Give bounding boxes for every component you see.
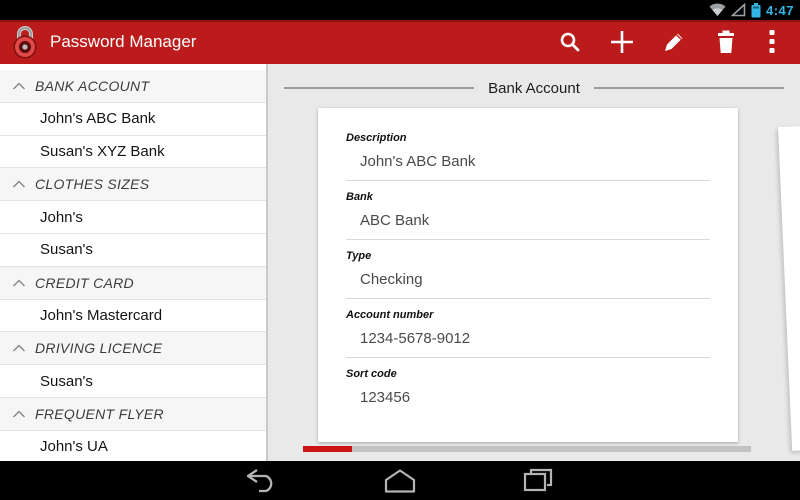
record-field: Description John's ABC Bank bbox=[346, 132, 710, 181]
app-title: Password Manager bbox=[50, 32, 197, 51]
group-label: BANK ACCOUNT bbox=[35, 77, 150, 94]
section-header: Bank Account bbox=[284, 77, 785, 99]
main-panel: Bank Account Description John's ABC Bank… bbox=[268, 64, 800, 461]
overflow-menu-button[interactable] bbox=[752, 20, 792, 64]
nav-bar bbox=[0, 461, 800, 500]
content: BANK ACCOUNT John's ABC Bank Susan's XYZ… bbox=[0, 64, 800, 461]
record-field: Account number 1234-5678-9012 bbox=[346, 309, 710, 358]
record-field: Sort code 123456 bbox=[346, 368, 710, 416]
chevron-up-icon bbox=[12, 344, 26, 352]
field-value: John's ABC Bank bbox=[346, 153, 710, 181]
home-button[interactable] bbox=[372, 461, 428, 500]
field-label: Description bbox=[346, 132, 407, 144]
screen: 4:47 Password Manager BANK ACCOUNT John'… bbox=[0, 0, 800, 500]
field-label: Bank bbox=[346, 191, 373, 203]
recents-icon bbox=[523, 468, 553, 492]
sidebar-item[interactable]: Susan's bbox=[0, 365, 266, 398]
recents-button[interactable] bbox=[510, 461, 566, 500]
pager-fill bbox=[303, 446, 353, 452]
edit-button[interactable] bbox=[648, 20, 700, 64]
clock: 4:47 bbox=[765, 2, 794, 18]
sidebar-item[interactable]: Susan's XYZ Bank bbox=[0, 136, 266, 169]
wifi-icon bbox=[709, 3, 726, 16]
group-label: FREQUENT FLYER bbox=[35, 405, 164, 422]
back-icon bbox=[246, 469, 273, 493]
field-label: Sort code bbox=[346, 368, 397, 380]
home-icon bbox=[384, 468, 416, 493]
sidebar-item[interactable]: John's Mastercard bbox=[0, 300, 266, 333]
search-icon bbox=[560, 32, 580, 52]
sidebar-list: BANK ACCOUNT John's ABC Bank Susan's XYZ… bbox=[0, 64, 268, 461]
sidebar-item-label: Susan's bbox=[40, 372, 93, 390]
battery-icon bbox=[751, 2, 761, 17]
plus-icon bbox=[611, 31, 633, 53]
trash-icon bbox=[718, 30, 734, 53]
add-button[interactable] bbox=[596, 20, 648, 64]
record-card: Description John's ABC Bank Bank ABC Ban… bbox=[318, 108, 738, 442]
sidebar-item-label: John's bbox=[40, 208, 83, 226]
group-label: DRIVING LICENCE bbox=[35, 340, 163, 357]
sidebar-item-label: Susan's XYZ Bank bbox=[40, 142, 165, 160]
pencil-icon bbox=[665, 32, 684, 51]
chevron-up-icon bbox=[12, 410, 26, 418]
chevron-up-icon bbox=[12, 180, 26, 188]
signal-icon bbox=[730, 3, 746, 17]
field-value: 123456 bbox=[360, 389, 411, 406]
sidebar-group-header[interactable]: FREQUENT FLYER bbox=[0, 397, 266, 431]
sidebar-item-label: John's Mastercard bbox=[40, 306, 163, 324]
field-value: 1234-5678-9012 bbox=[346, 330, 710, 358]
field-value: ABC Bank bbox=[346, 212, 710, 240]
header-rule-left bbox=[284, 87, 475, 89]
pager-track bbox=[303, 446, 751, 452]
sidebar-item-label: John's ABC Bank bbox=[40, 110, 156, 128]
sidebar-item[interactable]: Susan's bbox=[0, 234, 266, 267]
search-button[interactable] bbox=[544, 20, 596, 64]
delete-button[interactable] bbox=[700, 20, 752, 64]
record-field: Type Checking bbox=[346, 250, 710, 299]
sidebar-item[interactable]: John's ABC Bank bbox=[0, 103, 266, 136]
sidebar-group-header[interactable]: CLOTHES SIZES bbox=[0, 168, 266, 202]
back-button[interactable] bbox=[234, 461, 290, 500]
overflow-icon bbox=[769, 30, 775, 53]
header-rule-right bbox=[593, 87, 785, 89]
group-label: CLOTHES SIZES bbox=[35, 176, 150, 193]
sidebar-item-label: Susan's bbox=[40, 241, 93, 259]
group-label: CREDIT CARD bbox=[35, 274, 134, 291]
field-label: Account number bbox=[346, 309, 434, 321]
sidebar-item[interactable]: John's bbox=[0, 201, 266, 234]
record-field: Bank ABC Bank bbox=[346, 191, 710, 240]
status-bar: 4:47 bbox=[0, 0, 800, 20]
sidebar-item[interactable]: John's UA bbox=[0, 431, 266, 461]
sidebar-group-header[interactable]: DRIVING LICENCE bbox=[0, 332, 266, 366]
sidebar-item-label: John's UA bbox=[40, 438, 108, 456]
sidebar-group-header[interactable]: BANK ACCOUNT bbox=[0, 70, 266, 103]
chevron-up-icon bbox=[12, 279, 26, 287]
app-lock-icon bbox=[13, 26, 37, 59]
sidebar-group-header[interactable]: CREDIT CARD bbox=[0, 266, 266, 300]
chevron-up-icon bbox=[12, 82, 26, 90]
next-page-peek-card[interactable] bbox=[778, 126, 800, 451]
field-value: Checking bbox=[346, 271, 710, 299]
field-label: Type bbox=[346, 250, 372, 262]
section-title: Bank Account bbox=[488, 79, 580, 97]
action-bar: Password Manager bbox=[0, 20, 800, 64]
